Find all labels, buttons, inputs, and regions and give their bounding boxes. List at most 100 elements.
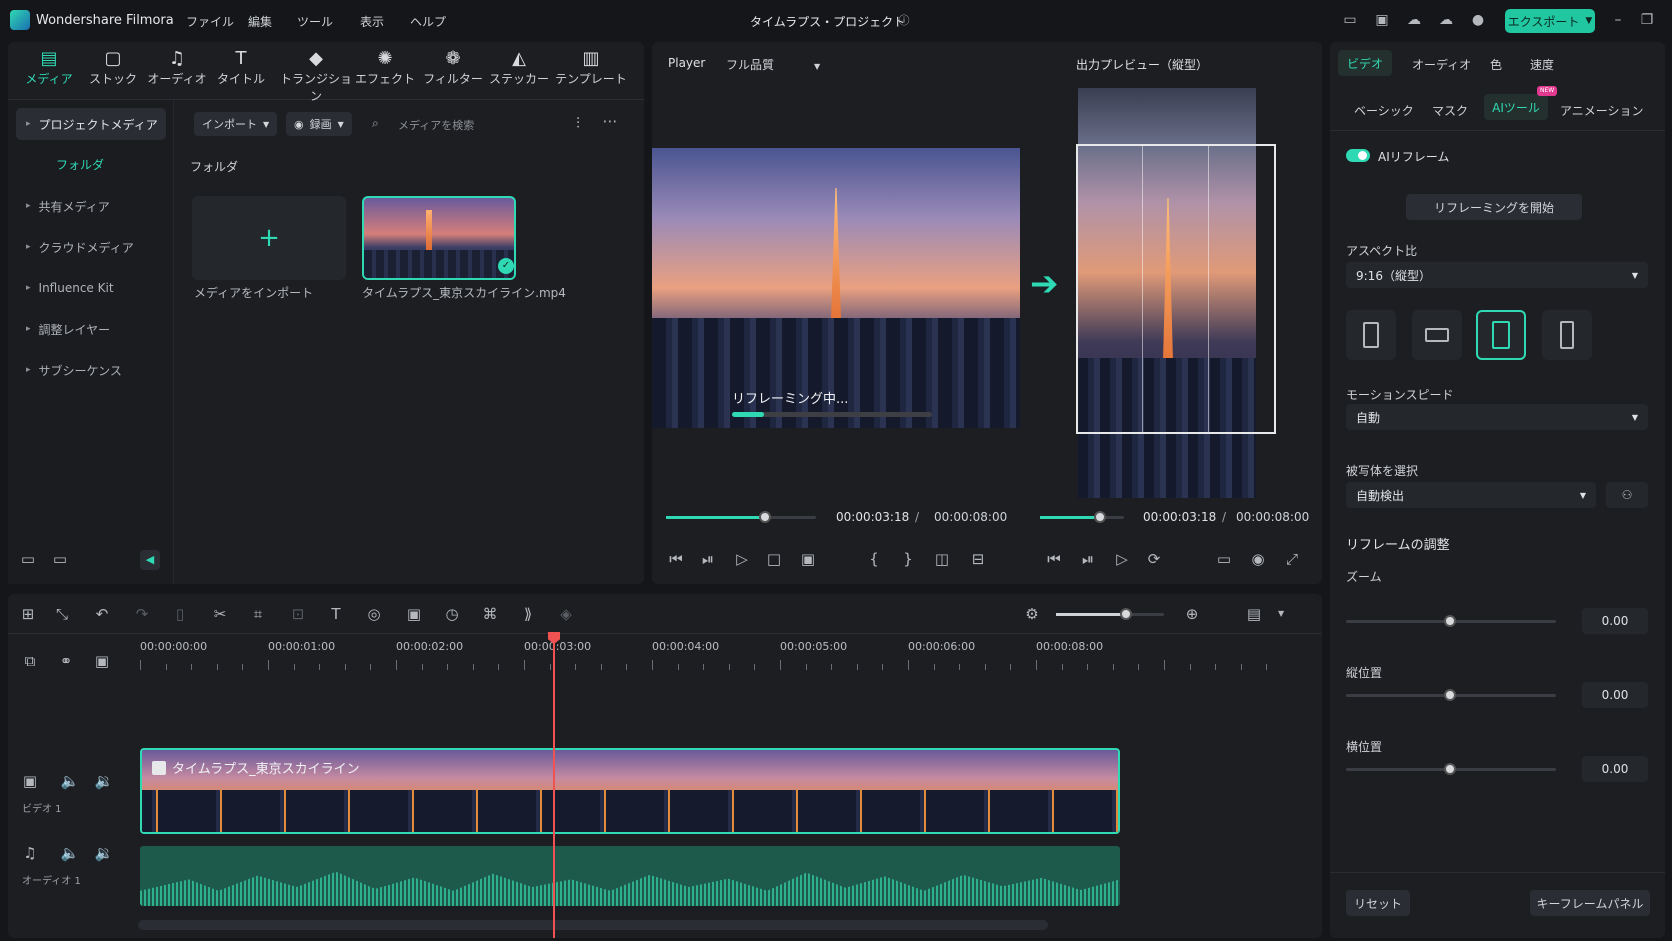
horizontal-position-value[interactable]: 0.00 xyxy=(1582,756,1648,782)
tab-transition[interactable]: ◆ トランジション xyxy=(278,48,354,104)
play-frame-icon[interactable]: ⏯ xyxy=(698,550,718,568)
redo-icon[interactable]: ↷ xyxy=(132,605,152,623)
stop-icon[interactable]: □ xyxy=(764,550,784,568)
video-volume-icon[interactable]: 🔉 xyxy=(94,772,114,790)
timer-icon[interactable]: ◷ xyxy=(442,605,462,623)
timeline-ruler[interactable]: 00:00:00:00 00:00:01:00 00:00:02:00 00:00:0… xyxy=(138,634,1322,674)
aspect-option-tall[interactable] xyxy=(1542,310,1592,360)
menu-view[interactable]: 表示 xyxy=(360,13,384,30)
aspect-option-landscape[interactable] xyxy=(1412,310,1462,360)
add-track-icon[interactable]: ⧉ xyxy=(20,652,40,670)
aspect-ratio-select[interactable]: 9:16（縦型） ▼ xyxy=(1346,262,1648,288)
tab-media[interactable]: ▤ メディア xyxy=(16,48,82,87)
more-icon[interactable]: ⋯ xyxy=(600,112,620,130)
account-icon[interactable]: ● xyxy=(1469,12,1487,28)
output-scrubber-handle[interactable] xyxy=(1094,511,1107,523)
keyframe-icon[interactable]: ⟫ xyxy=(518,605,538,623)
audio-clip[interactable] xyxy=(140,846,1120,906)
tab-effect[interactable]: ✺ エフェクト xyxy=(352,48,418,87)
tab-filter[interactable]: ❁ フィルター xyxy=(420,48,486,87)
horizontal-position-slider[interactable] xyxy=(1346,763,1556,775)
sidebar-item-cloud[interactable]: ▸ クラウドメディア xyxy=(16,231,166,263)
mark-out-icon[interactable]: } xyxy=(898,550,918,568)
cloud-sync-icon[interactable]: ☁ xyxy=(1437,12,1455,28)
display-icon[interactable]: ▭ xyxy=(1214,550,1234,568)
caption-icon[interactable]: ▣ xyxy=(92,652,112,670)
zoom-in-icon[interactable]: ⊕ xyxy=(1182,605,1202,623)
sidebar-item-shared[interactable]: ▸ 共有メディア xyxy=(16,190,166,222)
record-button[interactable]: ◉ 録画 ▼ xyxy=(286,112,352,136)
text-icon[interactable]: T xyxy=(326,605,346,623)
tab-video[interactable]: ビデオ xyxy=(1338,50,1392,76)
sidebar-folder[interactable]: フォルダ xyxy=(56,156,104,173)
output-play-frame-icon[interactable]: ⏯ xyxy=(1078,550,1098,568)
detach-icon[interactable]: ⊡ xyxy=(288,605,308,623)
play-icon[interactable]: ▷ xyxy=(732,550,752,568)
subject-select[interactable]: 自動検出 ▼ xyxy=(1346,482,1596,508)
mark-in-icon[interactable]: { xyxy=(864,550,884,568)
tab-sticker[interactable]: ◭ ステッカー xyxy=(486,48,552,87)
folder-icon[interactable]: ▭ xyxy=(50,550,70,568)
audio-mute-icon[interactable]: 🔈 xyxy=(60,844,80,862)
import-button[interactable]: インポート ▼ xyxy=(194,112,278,136)
tab-stock[interactable]: ▢ ストック xyxy=(80,48,146,87)
output-prev-icon[interactable]: ⏮ xyxy=(1044,550,1064,568)
undo-icon[interactable]: ↶ xyxy=(92,605,112,623)
search-input[interactable]: メディアを検索 xyxy=(398,117,474,133)
export-button[interactable]: エクスポート ▼ xyxy=(1505,9,1595,33)
zoom-slider-handle[interactable] xyxy=(1444,615,1456,627)
player-scrubber[interactable] xyxy=(666,511,816,523)
sidebar-item-project-media[interactable]: ▸ プロジェクトメディア xyxy=(16,108,166,140)
select-tool-icon[interactable]: ⤡ xyxy=(52,605,72,623)
prev-frame-icon[interactable]: ⏮ xyxy=(666,550,686,568)
reset-button[interactable]: リセット xyxy=(1346,890,1410,916)
ai-reframe-toggle[interactable] xyxy=(1346,149,1370,162)
motion-speed-select[interactable]: 自動 ▼ xyxy=(1346,404,1648,430)
tab-title[interactable]: T タイトル xyxy=(208,48,274,87)
subtab-animation[interactable]: アニメーション xyxy=(1560,102,1644,119)
subtab-mask[interactable]: マスク xyxy=(1432,102,1468,119)
filter-sort-icon[interactable]: ⫶ xyxy=(568,114,588,132)
sidebar-item-influence-kit[interactable]: ▸ Influence Kit xyxy=(16,272,166,304)
loop-icon[interactable]: ▣ xyxy=(798,550,818,568)
start-reframing-button[interactable]: リフレーミングを開始 xyxy=(1406,194,1582,220)
collapse-sidebar-icon[interactable]: ◀ xyxy=(140,550,160,570)
vertical-position-slider[interactable] xyxy=(1346,689,1556,701)
vertical-position-handle[interactable] xyxy=(1444,689,1456,701)
reframe-crop-box[interactable] xyxy=(1076,144,1276,434)
keyframe-panel-button[interactable]: キーフレームパネル xyxy=(1530,890,1650,916)
horizontal-position-handle[interactable] xyxy=(1444,763,1456,775)
restore-icon[interactable]: ❐ xyxy=(1638,12,1656,28)
video-clip[interactable]: タイムラプス_東京スカイライン xyxy=(140,748,1120,834)
fullscreen-icon[interactable]: ⤢ xyxy=(1282,550,1302,568)
tab-template[interactable]: ▥ テンプレート xyxy=(554,48,628,87)
menu-tools[interactable]: ツール xyxy=(297,13,333,30)
timeline-zoom-slider[interactable] xyxy=(1056,608,1164,620)
tab-speed[interactable]: 速度 xyxy=(1530,56,1554,73)
output-play-icon[interactable]: ▷ xyxy=(1112,550,1132,568)
save-icon[interactable]: ▣ xyxy=(1373,12,1391,28)
tab-audio-props[interactable]: オーディオ xyxy=(1412,56,1471,73)
player-scrubber-handle[interactable] xyxy=(759,511,771,523)
menu-help[interactable]: ヘルプ xyxy=(410,13,446,30)
output-scrubber[interactable] xyxy=(1040,511,1124,523)
view-options-icon[interactable]: ▤ xyxy=(1244,605,1264,623)
info-icon[interactable]: ⓘ xyxy=(895,12,913,28)
minimize-icon[interactable]: – xyxy=(1609,12,1627,28)
delete-icon[interactable]: ▯ xyxy=(170,605,190,623)
chevron-down-icon[interactable]: ▼ xyxy=(1278,609,1284,618)
menu-edit[interactable]: 編集 xyxy=(248,13,272,30)
split-icon[interactable]: ✂ xyxy=(210,605,230,623)
snapshot-menu-icon[interactable]: ◫ xyxy=(932,550,952,568)
cloud-upload-icon[interactable]: ☁ xyxy=(1405,12,1423,28)
layout-icon[interactable]: ⊞ xyxy=(18,605,38,623)
settings-icon[interactable]: ⚙ xyxy=(1022,605,1042,623)
clip-thumbnail[interactable]: ✓ xyxy=(362,196,516,280)
import-media-tile[interactable]: + xyxy=(192,196,346,280)
timeline-scrollbar[interactable] xyxy=(138,920,1048,930)
diamond-icon[interactable]: ◈ xyxy=(556,605,576,623)
vertical-position-value[interactable]: 0.00 xyxy=(1582,682,1648,708)
crop-icon[interactable]: ⌗ xyxy=(248,605,268,623)
new-folder-icon[interactable]: ▭ xyxy=(18,550,38,568)
camera-icon[interactable]: ◉ xyxy=(1248,550,1268,568)
